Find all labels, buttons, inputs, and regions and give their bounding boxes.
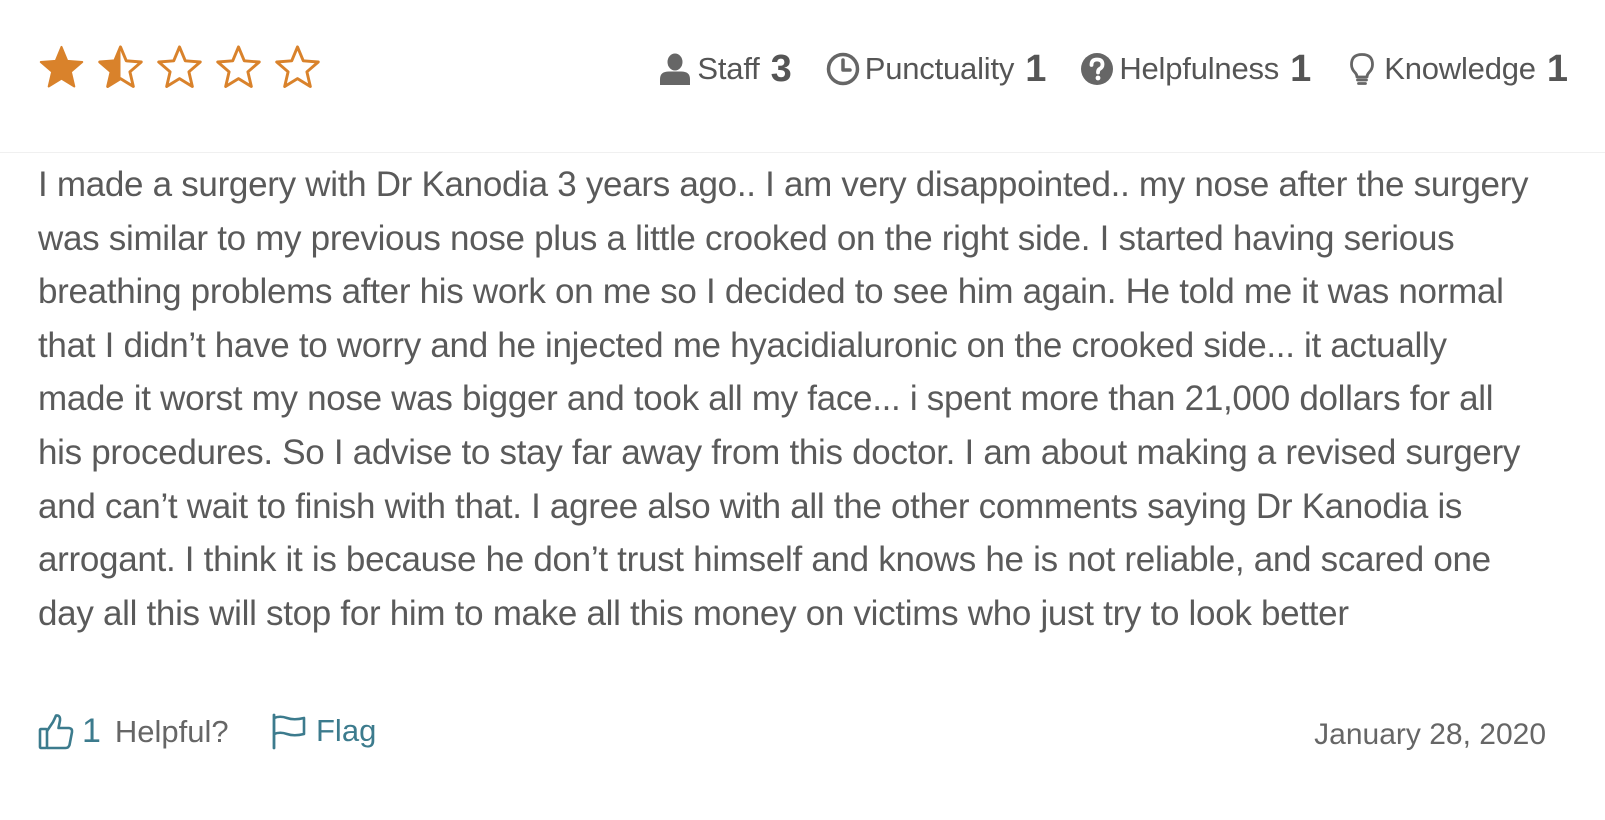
star-rating [38, 44, 321, 91]
sub-scores: Staff 3 Punctuality 1 Helpfulness 1 Know… [658, 42, 1568, 96]
divider [0, 152, 1605, 153]
score-value: 1 [1025, 47, 1047, 90]
score-value: 3 [770, 47, 792, 90]
question-circle-icon [1080, 52, 1114, 86]
flag-icon [270, 712, 308, 750]
star-empty-icon [215, 44, 262, 91]
score-staff: Staff 3 [658, 47, 792, 91]
lightbulb-icon [1345, 52, 1379, 86]
user-icon [658, 52, 692, 86]
score-knowledge: Knowledge 1 [1345, 48, 1568, 91]
rating-row: Staff 3 Punctuality 1 Helpfulness 1 Know… [38, 42, 1568, 102]
star-full-icon [38, 44, 85, 91]
flag-button[interactable]: Flag [270, 712, 376, 750]
review-date: January 28, 2020 [1314, 718, 1546, 751]
review-card: Staff 3 Punctuality 1 Helpfulness 1 Know… [0, 0, 1605, 820]
score-value: 1 [1546, 47, 1568, 90]
star-empty-icon [274, 44, 321, 91]
score-label: Helpfulness [1119, 51, 1280, 86]
score-punctuality: Punctuality 1 [826, 47, 1047, 91]
score-value: 1 [1290, 47, 1312, 90]
review-text: I made a surgery with Dr Kanodia 3 years… [38, 165, 1529, 633]
flag-label: Flag [316, 713, 377, 748]
score-label: Punctuality [864, 51, 1015, 86]
helpful-label: Helpful? [114, 713, 229, 749]
score-label: Staff [697, 51, 760, 86]
helpful-count: 1 [82, 712, 101, 750]
score-label: Knowledge [1384, 51, 1536, 86]
review-footer: 1 Helpful? Flag January 28, 2020 [38, 712, 1546, 768]
star-half-icon [97, 44, 144, 91]
score-helpfulness: Helpfulness 1 [1080, 48, 1311, 91]
thumbs-up-icon [38, 713, 74, 751]
star-empty-icon [156, 44, 203, 91]
helpful-button[interactable]: 1 Helpful? [38, 712, 229, 751]
clock-icon [826, 52, 860, 86]
